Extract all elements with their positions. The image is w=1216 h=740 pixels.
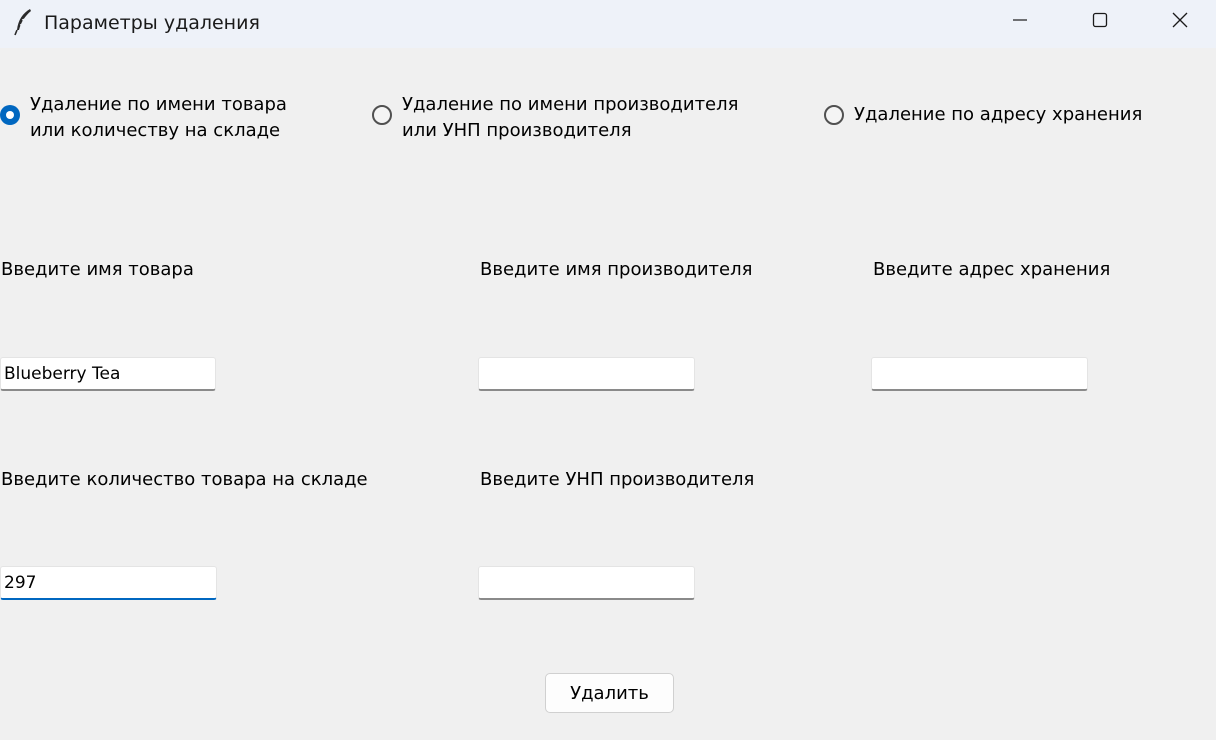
maximize-icon	[1092, 12, 1108, 32]
title-bar: Параметры удаления	[0, 0, 1216, 48]
radio-label-manufacturer: Удаление по имени производителя или УНП …	[402, 94, 739, 141]
manufacturer-unp-label: Введите УНП производителя	[480, 469, 755, 490]
product-name-label: Введите имя товара	[1, 259, 194, 280]
maximize-button[interactable]	[1073, 0, 1127, 44]
radio-delete-by-address[interactable]: Удаление по адресу хранения	[824, 102, 1142, 128]
radio-indicator	[372, 105, 392, 125]
radio-delete-by-product[interactable]: Удаление по имени товара или количеству …	[0, 92, 287, 144]
radio-label-address: Удаление по адресу хранения	[854, 104, 1143, 125]
manufacturer-name-label: Введите имя производителя	[480, 259, 753, 280]
product-name-input[interactable]	[0, 357, 216, 391]
manufacturer-name-input[interactable]	[478, 357, 695, 391]
stock-quantity-label: Введите количество товара на складе	[1, 469, 368, 490]
minimize-icon	[1012, 12, 1028, 32]
feather-icon	[14, 8, 34, 36]
close-button[interactable]	[1153, 0, 1207, 44]
close-icon	[1172, 12, 1188, 32]
radio-label-product: Удаление по имени товара или количеству …	[30, 94, 287, 141]
storage-address-input[interactable]	[871, 357, 1088, 391]
window-title: Параметры удаления	[44, 12, 260, 34]
stock-quantity-input[interactable]	[0, 566, 217, 600]
minimize-button[interactable]	[993, 0, 1047, 44]
radio-delete-by-manufacturer[interactable]: Удаление по имени производителя или УНП …	[372, 92, 738, 144]
manufacturer-unp-input[interactable]	[478, 566, 695, 600]
delete-parameters-window: Параметры удаления Удаление по имени тов…	[0, 0, 1216, 740]
delete-button[interactable]: Удалить	[545, 673, 674, 713]
storage-address-label: Введите адрес хранения	[873, 259, 1111, 280]
radio-indicator	[0, 105, 20, 125]
radio-indicator	[824, 105, 844, 125]
